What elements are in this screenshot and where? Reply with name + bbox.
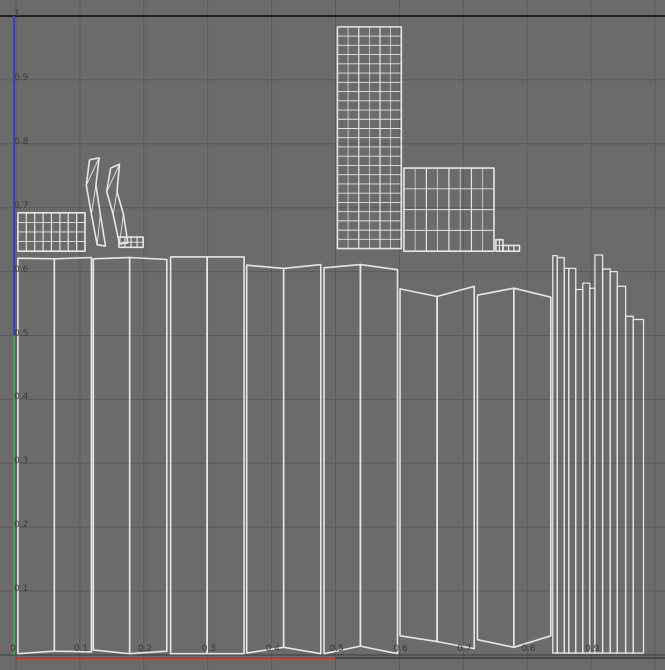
v-tick-label: 0.9 bbox=[14, 72, 29, 83]
uv-shell-panel-6 bbox=[206, 256, 245, 655]
v-tick-label: 0.1 bbox=[14, 584, 29, 595]
uv-shell-strip-11 bbox=[616, 285, 627, 654]
uv-shell-strip-2 bbox=[556, 256, 565, 654]
uv-shell-curved-rung bbox=[90, 185, 97, 215]
uv-shell-strip-4 bbox=[568, 267, 577, 654]
uv-shell-panel-13 bbox=[476, 287, 515, 649]
v-tick-label: 0.5 bbox=[14, 328, 29, 339]
uv-shell-small-4 bbox=[502, 244, 521, 252]
uv-shell-panel-14 bbox=[512, 287, 552, 649]
v-tick-label: 0.6 bbox=[14, 264, 29, 275]
uv-canvas[interactable] bbox=[0, 0, 665, 670]
uv-shell-panel-2 bbox=[53, 256, 93, 653]
u-tick-label: 0.5 bbox=[329, 644, 344, 654]
uv-shell-panel-10 bbox=[359, 263, 399, 655]
uv-shell-panel-4 bbox=[128, 256, 168, 655]
u-tick-label: 0.2 bbox=[137, 644, 153, 654]
uv-shell-strip-8 bbox=[594, 254, 604, 654]
uv-shell-panel-3 bbox=[92, 256, 131, 655]
uv-shell-panel-7 bbox=[245, 264, 285, 654]
v-tick-label: 0.8 bbox=[14, 136, 29, 147]
uv-shell-panel-8 bbox=[282, 263, 322, 655]
u-tick-label: 0 bbox=[10, 644, 16, 654]
uv-shell-panel-12 bbox=[436, 285, 476, 650]
uv-shell-panel-5 bbox=[169, 256, 208, 655]
u-tick-label: 0.6 bbox=[393, 644, 408, 654]
uv-shell-curved-rung bbox=[119, 214, 124, 245]
u-tick-label: 0.9 bbox=[585, 644, 600, 654]
uv-shell-curved-2 bbox=[105, 163, 129, 245]
uv-shell-strip-13 bbox=[632, 318, 645, 654]
uv-shell-strip-10 bbox=[609, 270, 618, 654]
u-tick-label: 0.3 bbox=[201, 644, 217, 654]
v-tick-label: 1 bbox=[14, 9, 20, 19]
v-tick-label: 0.4 bbox=[14, 392, 29, 403]
uv-shell-panel-11 bbox=[399, 288, 438, 643]
u-tick-label: 0.1 bbox=[73, 644, 89, 654]
u-tick-label: 0.4 bbox=[265, 644, 280, 654]
u-tick-label: 0.8 bbox=[521, 644, 536, 654]
v-tick-label: 0.3 bbox=[14, 456, 29, 467]
uv-shell-curved-rung bbox=[112, 191, 118, 215]
u-tick-label: 0.7 bbox=[457, 644, 472, 654]
uv-shell-strip-6 bbox=[582, 282, 591, 654]
uv-shell-panel-9 bbox=[323, 263, 362, 655]
uv-shell-strip-3 bbox=[563, 267, 570, 654]
uv-editor-viewport[interactable]: 1 0.9 0.8 0.7 0.6 0.5 0.4 0.3 0.2 0.1 0 0.1 0.2 0.3 0.… bbox=[0, 0, 665, 670]
v-tick-label: 0.2 bbox=[14, 520, 29, 531]
uv-shell-curved-1 bbox=[85, 157, 107, 247]
v-tick-label: 0.7 bbox=[14, 200, 29, 211]
uv-shell-strip-5 bbox=[575, 288, 584, 654]
uv-shell-strip-1 bbox=[552, 254, 558, 654]
uv-shell-strip-7 bbox=[589, 287, 596, 654]
uv-shell-strip-9 bbox=[601, 268, 611, 654]
uv-shell-curved-rung bbox=[96, 214, 101, 245]
uv-shell-strip-12 bbox=[624, 315, 634, 654]
